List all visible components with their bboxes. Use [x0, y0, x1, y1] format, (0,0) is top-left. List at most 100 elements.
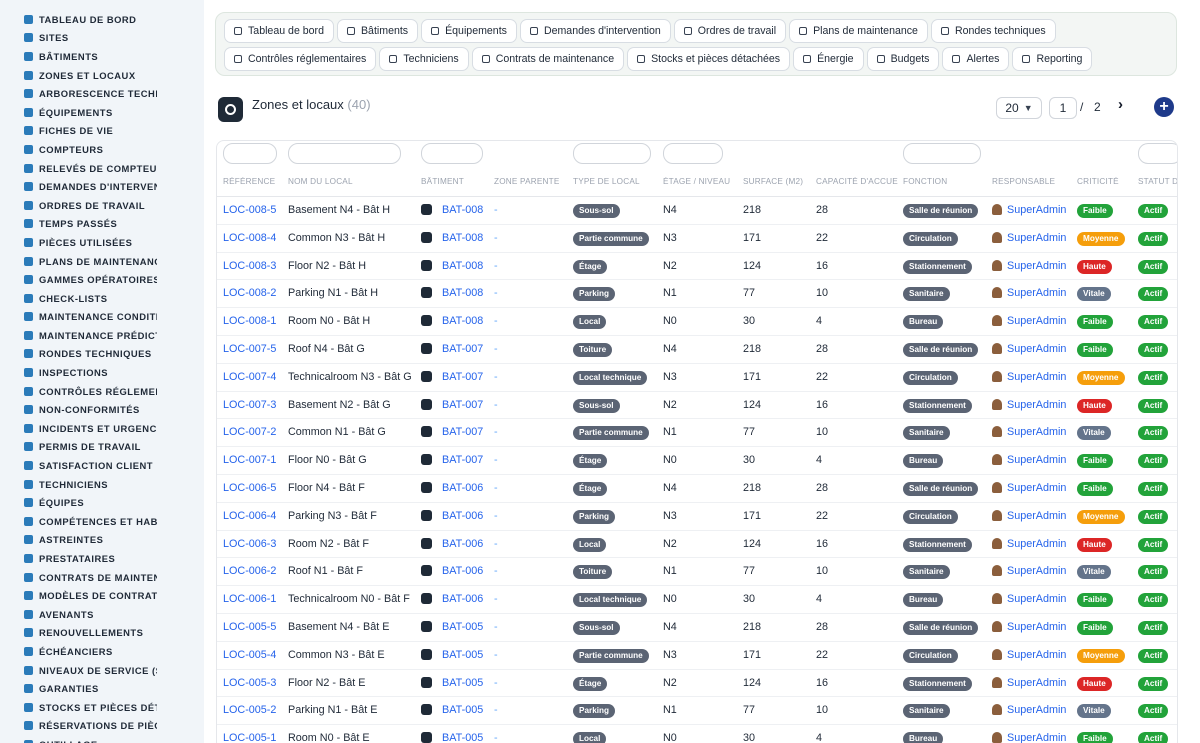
- sidebar-item[interactable]: TABLEAU DE BORD: [0, 10, 204, 29]
- sidebar-item[interactable]: DEMANDES D'INTERVENTION: [0, 177, 204, 196]
- reference-link[interactable]: LOC-005-1: [223, 732, 276, 743]
- reference-link[interactable]: LOC-007-2: [223, 426, 276, 438]
- building-link[interactable]: BAT-005: [442, 732, 483, 743]
- reference-link[interactable]: LOC-006-4: [223, 510, 276, 522]
- table-row[interactable]: LOC-006-5 Floor N4 - Bât F BAT-006- Étage N4…: [217, 475, 1177, 503]
- manager-cell[interactable]: SuperAdmin: [992, 676, 1066, 689]
- manager-link[interactable]: SuperAdmin: [1007, 371, 1066, 383]
- building-cell[interactable]: BAT-005: [421, 676, 483, 689]
- nav-button[interactable]: Bâtiments: [336, 19, 419, 43]
- sidebar-item[interactable]: OUTILLAGE: [0, 735, 204, 743]
- building-link[interactable]: BAT-008: [442, 287, 483, 299]
- column-header[interactable]: ZONE PARENTE: [494, 177, 568, 186]
- manager-link[interactable]: SuperAdmin: [1007, 593, 1066, 605]
- manager-link[interactable]: SuperAdmin: [1007, 315, 1066, 327]
- sidebar-item[interactable]: ZONES ET LOCAUX: [0, 66, 204, 85]
- manager-link[interactable]: SuperAdmin: [1007, 510, 1066, 522]
- manager-cell[interactable]: SuperAdmin: [992, 648, 1066, 661]
- manager-link[interactable]: SuperAdmin: [1007, 204, 1066, 216]
- column-filter-input[interactable]: [903, 143, 981, 164]
- table-row[interactable]: LOC-007-1 Floor N0 - Bât G BAT-007- Étage N0…: [217, 447, 1177, 475]
- column-header[interactable]: FONCTION: [903, 177, 989, 186]
- manager-link[interactable]: SuperAdmin: [1007, 732, 1066, 743]
- sidebar-item[interactable]: PERMIS DE TRAVAIL: [0, 438, 204, 457]
- building-link[interactable]: BAT-008: [442, 260, 483, 272]
- nav-button[interactable]: Tableau de bord: [224, 19, 334, 43]
- sidebar-item[interactable]: MAINTENANCE PRÉDICTIVE: [0, 326, 204, 345]
- manager-cell[interactable]: SuperAdmin: [992, 287, 1066, 299]
- building-link[interactable]: BAT-007: [442, 426, 483, 438]
- manager-cell[interactable]: SuperAdmin: [992, 204, 1066, 216]
- sidebar-item[interactable]: ÉQUIPES: [0, 493, 204, 512]
- building-cell[interactable]: BAT-005: [421, 648, 483, 661]
- manager-cell[interactable]: SuperAdmin: [992, 454, 1066, 466]
- manager-link[interactable]: SuperAdmin: [1007, 232, 1066, 244]
- sidebar-item[interactable]: SATISFACTION CLIENT: [0, 456, 204, 475]
- building-link[interactable]: BAT-006: [442, 510, 483, 522]
- building-link[interactable]: BAT-006: [442, 482, 483, 494]
- manager-cell[interactable]: SuperAdmin: [992, 370, 1066, 383]
- sidebar-item[interactable]: RONDES TECHNIQUES: [0, 345, 204, 364]
- building-cell[interactable]: BAT-006: [421, 537, 483, 550]
- table-row[interactable]: LOC-007-3 Basement N2 - Bât G BAT-007- Sous…: [217, 392, 1177, 420]
- nav-button[interactable]: Ordres de travail: [673, 19, 787, 43]
- table-row[interactable]: LOC-007-2 Common N1 - Bât G BAT-007- Partie…: [217, 419, 1177, 448]
- manager-cell[interactable]: SuperAdmin: [992, 259, 1066, 272]
- sidebar-item[interactable]: INSPECTIONS: [0, 363, 204, 382]
- manager-link[interactable]: SuperAdmin: [1007, 621, 1066, 633]
- column-filter-input[interactable]: [223, 143, 277, 164]
- building-cell[interactable]: BAT-007: [421, 454, 483, 466]
- building-cell[interactable]: BAT-006: [421, 565, 483, 577]
- sidebar-item[interactable]: GARANTIES: [0, 679, 204, 698]
- sidebar-item[interactable]: RENOUVELLEMENTS: [0, 624, 204, 643]
- column-header[interactable]: RÉFÉRENCE: [223, 177, 283, 186]
- next-page-icon[interactable]: ›: [1118, 96, 1123, 113]
- building-cell[interactable]: BAT-007: [421, 398, 483, 411]
- manager-link[interactable]: SuperAdmin: [1007, 454, 1066, 466]
- reference-link[interactable]: LOC-008-5: [223, 204, 276, 216]
- reference-link[interactable]: LOC-007-5: [223, 343, 276, 355]
- building-cell[interactable]: BAT-006: [421, 481, 483, 494]
- table-row[interactable]: LOC-005-5 Basement N4 - Bât E BAT-005- Sous…: [217, 614, 1177, 642]
- manager-cell[interactable]: SuperAdmin: [992, 620, 1066, 633]
- manager-cell[interactable]: SuperAdmin: [992, 231, 1066, 244]
- sidebar-item[interactable]: RÉSERVATIONS DE PIÈCES: [0, 717, 204, 736]
- sidebar-item[interactable]: PLANS DE MAINTENANCE: [0, 252, 204, 271]
- sidebar-item[interactable]: ARBORESCENCE TECHNIQUE: [0, 84, 204, 103]
- building-cell[interactable]: BAT-006: [421, 509, 483, 522]
- sidebar-item[interactable]: INCIDENTS ET URGENCES: [0, 419, 204, 438]
- table-row[interactable]: LOC-006-4 Parking N3 - Bât F BAT-006- Parki…: [217, 503, 1177, 531]
- manager-cell[interactable]: SuperAdmin: [992, 481, 1066, 494]
- sidebar-item[interactable]: NON-CONFORMITÉS: [0, 400, 204, 419]
- sidebar-item[interactable]: BÂTIMENTS: [0, 47, 204, 66]
- table-row[interactable]: LOC-005-2 Parking N1 - Bât E BAT-005- Parki…: [217, 697, 1177, 726]
- building-link[interactable]: BAT-007: [442, 343, 483, 355]
- reference-link[interactable]: LOC-006-2: [223, 565, 276, 577]
- building-cell[interactable]: BAT-007: [421, 370, 483, 383]
- building-cell[interactable]: BAT-007: [421, 342, 483, 355]
- building-link[interactable]: BAT-007: [442, 454, 483, 466]
- sidebar-item[interactable]: CONTRÔLES RÉGLEMENTAIRES: [0, 382, 204, 401]
- reference-link[interactable]: LOC-005-5: [223, 621, 276, 633]
- manager-cell[interactable]: SuperAdmin: [992, 342, 1066, 355]
- building-cell[interactable]: BAT-005: [421, 732, 483, 743]
- manager-link[interactable]: SuperAdmin: [1007, 482, 1066, 494]
- building-cell[interactable]: BAT-005: [421, 620, 483, 633]
- reference-link[interactable]: LOC-005-2: [223, 704, 276, 716]
- column-filter-input[interactable]: [663, 143, 723, 164]
- nav-button[interactable]: Stocks et pièces détachées: [627, 47, 791, 71]
- sidebar-item[interactable]: MODÈLES DE CONTRATS: [0, 586, 204, 605]
- table-row[interactable]: LOC-006-1 Technicalroom N0 - Bât F BAT-006…: [217, 586, 1177, 614]
- sidebar-item[interactable]: PRESTATAIRES: [0, 549, 204, 568]
- nav-button[interactable]: Énergie: [793, 47, 864, 71]
- manager-cell[interactable]: SuperAdmin: [992, 593, 1066, 605]
- manager-cell[interactable]: SuperAdmin: [992, 315, 1066, 327]
- table-row[interactable]: LOC-008-1 Room N0 - Bât H BAT-008- Local N0 3…: [217, 308, 1177, 336]
- building-link[interactable]: BAT-007: [442, 399, 483, 411]
- building-cell[interactable]: BAT-008: [421, 259, 483, 272]
- column-filter-input[interactable]: [288, 143, 401, 164]
- manager-link[interactable]: SuperAdmin: [1007, 399, 1066, 411]
- sidebar-item[interactable]: ÉCHÉANCIERS: [0, 642, 204, 661]
- column-header[interactable]: CRITICITÉ: [1077, 177, 1133, 186]
- nav-button[interactable]: Alertes: [942, 47, 1010, 71]
